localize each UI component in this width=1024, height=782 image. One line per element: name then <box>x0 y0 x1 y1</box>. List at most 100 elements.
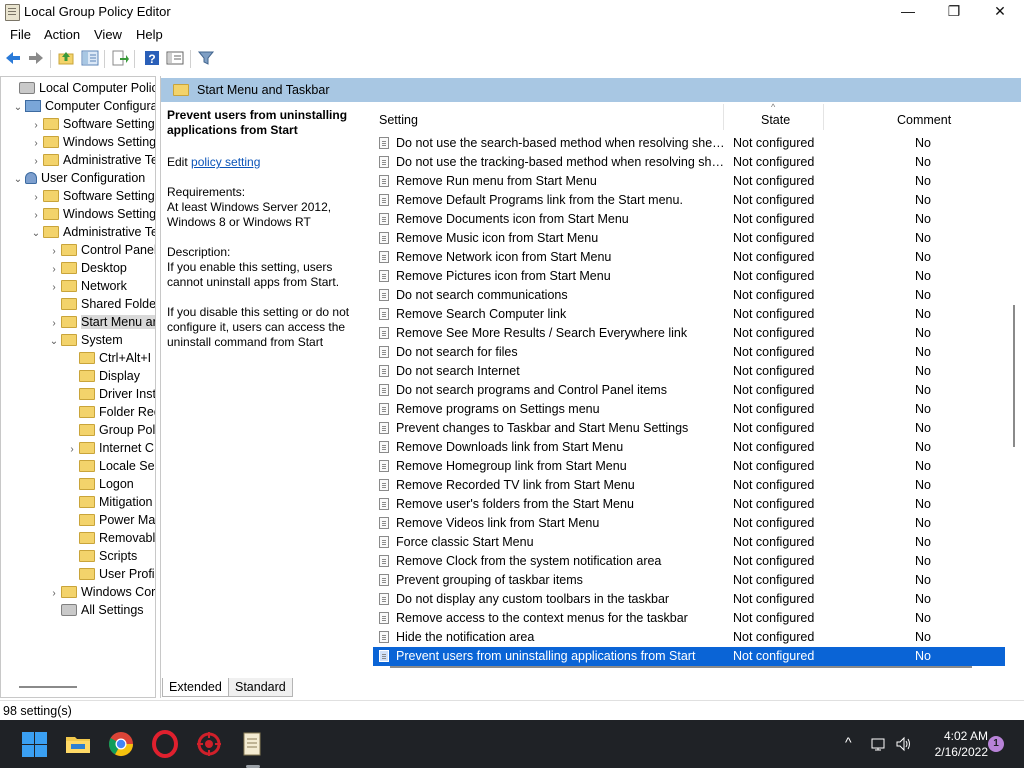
tree-horizontal-scrollbar[interactable] <box>19 686 77 688</box>
properties-icon[interactable] <box>166 49 184 67</box>
navigation-tree[interactable]: Local Computer Policy ⌄ Computer Configura… <box>0 76 156 698</box>
policy-row[interactable]: Hide the notification area Not configured… <box>373 628 1005 647</box>
expand-chevron-down-icon[interactable]: ⌄ <box>29 225 43 243</box>
policy-row[interactable]: Do not search programs and Control Panel… <box>373 381 1005 400</box>
tree-item[interactable]: › Software Settings <box>29 115 155 133</box>
menu-action[interactable]: Action <box>44 27 80 42</box>
policy-row[interactable]: Remove Recorded TV link from Start Menu N… <box>373 476 1005 495</box>
policy-row[interactable]: Remove programs on Settings menu Not conf… <box>373 400 1005 419</box>
back-icon[interactable] <box>4 49 22 67</box>
tree-item[interactable]: Removabl <box>65 529 155 547</box>
chrome-icon[interactable] <box>107 730 135 758</box>
network-icon[interactable] <box>871 736 887 752</box>
column-header-setting[interactable]: Setting <box>379 113 418 127</box>
help-icon[interactable]: ? <box>143 49 161 67</box>
expand-chevron-down-icon[interactable]: ⌄ <box>11 99 25 117</box>
tree-item[interactable]: User Profi <box>65 565 155 583</box>
tree-item[interactable]: ⌄ Administrative Te <box>29 223 155 243</box>
column-divider[interactable] <box>723 104 724 130</box>
close-button[interactable]: ✕ <box>977 0 1023 24</box>
policy-row[interactable]: Remove Network icon from Start Menu Not c… <box>373 248 1005 267</box>
tree-item[interactable]: › Control Panel <box>47 241 155 259</box>
up-folder-icon[interactable] <box>57 49 75 67</box>
tree-item[interactable]: ⌄ System <box>47 331 123 349</box>
tree-item[interactable]: › Desktop <box>47 259 127 277</box>
tree-item[interactable]: Scripts <box>65 547 137 565</box>
notification-badge[interactable]: 1 <box>988 736 1004 752</box>
policy-row[interactable]: Do not search for files Not configured No <box>373 343 1005 362</box>
list-vertical-scrollbar[interactable] <box>1013 305 1015 447</box>
policy-row[interactable]: Remove Pictures icon from Start Menu Not … <box>373 267 1005 286</box>
show-hidden-icons-button[interactable]: ^ <box>845 734 852 782</box>
tree-item[interactable]: › Network <box>47 277 127 295</box>
policy-setting-link[interactable]: policy setting <box>191 155 260 169</box>
opera-icon[interactable] <box>151 730 179 758</box>
tree-item[interactable]: Group Pol <box>65 421 155 439</box>
file-explorer-icon[interactable] <box>64 730 92 758</box>
policy-row[interactable]: Do not use the search-based method when … <box>373 134 1005 153</box>
show-hide-tree-icon[interactable] <box>81 49 99 67</box>
menu-file[interactable]: File <box>10 27 31 42</box>
tree-item[interactable]: Power Ma <box>65 511 155 529</box>
tree-item[interactable]: ⌄ Computer Configura <box>11 97 155 117</box>
policy-row[interactable]: Remove Homegroup link from Start Menu Not… <box>373 457 1005 476</box>
windows-start-icon[interactable] <box>20 730 48 758</box>
settings-list[interactable]: Setting ^ State Comment Do not use the s… <box>373 102 1021 674</box>
filter-icon[interactable] <box>197 49 215 67</box>
column-divider[interactable] <box>823 104 824 130</box>
tree-item[interactable]: Shared Folder <box>47 295 155 313</box>
tree-item[interactable]: Local Computer Policy <box>5 79 155 97</box>
tree-item[interactable]: ⌄ User Configuration <box>11 169 145 187</box>
tab-extended[interactable]: Extended <box>162 678 229 697</box>
forward-icon[interactable] <box>27 49 45 67</box>
system-clock[interactable]: 4:02 AM 2/16/2022 <box>920 728 988 760</box>
tree-item[interactable]: › Windows Setting <box>29 205 155 223</box>
policy-row[interactable]: Do not search communications Not configur… <box>373 286 1005 305</box>
policy-row[interactable]: Remove Default Programs link from the St… <box>373 191 1005 210</box>
tree-item[interactable]: › Windows Cor <box>47 583 155 601</box>
tree-item[interactable]: All Settings <box>47 601 144 619</box>
expand-chevron-down-icon[interactable]: ⌄ <box>11 171 25 189</box>
minimize-button[interactable]: — <box>885 0 931 24</box>
menu-help[interactable]: Help <box>136 27 163 42</box>
export-list-icon[interactable] <box>111 49 129 67</box>
volume-icon[interactable] <box>895 736 911 752</box>
policy-row[interactable]: Force classic Start Menu Not configured No <box>373 533 1005 552</box>
policy-row[interactable]: Prevent changes to Taskbar and Start Men… <box>373 419 1005 438</box>
policy-row[interactable]: Remove Run menu from Start Menu Not confi… <box>373 172 1005 191</box>
policy-row[interactable]: Remove Search Computer link Not configure… <box>373 305 1005 324</box>
policy-row[interactable]: Remove Clock from the system notificatio… <box>373 552 1005 571</box>
column-header-comment[interactable]: Comment <box>897 113 951 127</box>
policy-row[interactable]: Remove access to the context menus for t… <box>373 609 1005 628</box>
policy-row[interactable]: Remove user's folders from the Start Men… <box>373 495 1005 514</box>
red-app-icon[interactable] <box>195 730 223 758</box>
tree-item[interactable]: Display <box>65 367 140 385</box>
tree-item[interactable]: › Internet C <box>65 439 154 457</box>
column-header-state[interactable]: State <box>761 113 790 127</box>
tree-item[interactable]: Ctrl+Alt+I <box>65 349 151 367</box>
tree-item[interactable]: › Software Settings <box>29 187 155 205</box>
tree-item[interactable]: › Start Menu ar <box>47 313 155 331</box>
tree-item[interactable]: Locale Ser <box>65 457 155 475</box>
tab-standard[interactable]: Standard <box>228 678 293 697</box>
notepad-icon[interactable] <box>238 730 266 758</box>
policy-row[interactable]: Remove Music icon from Start Menu Not con… <box>373 229 1005 248</box>
tree-item[interactable]: Mitigation <box>65 493 153 511</box>
tree-item[interactable]: Logon <box>65 475 134 493</box>
tree-item[interactable]: Folder Red <box>65 403 155 421</box>
policy-row[interactable]: Remove See More Results / Search Everywh… <box>373 324 1005 343</box>
policy-row[interactable]: Remove Documents icon from Start Menu Not… <box>373 210 1005 229</box>
policy-row[interactable]: Do not search Internet Not configured No <box>373 362 1005 381</box>
tree-item[interactable]: › Windows Setting <box>29 133 155 151</box>
menu-view[interactable]: View <box>94 27 122 42</box>
policy-row[interactable]: Remove Videos link from Start Menu Not co… <box>373 514 1005 533</box>
maximize-button[interactable]: ❐ <box>931 0 977 24</box>
list-horizontal-scrollbar[interactable] <box>390 666 972 668</box>
expand-chevron-down-icon[interactable]: ⌄ <box>47 333 61 351</box>
policy-row[interactable]: Do not use the tracking-based method whe… <box>373 153 1005 172</box>
tree-item[interactable]: Driver Inst <box>65 385 155 403</box>
policy-row[interactable]: Do not display any custom toolbars in th… <box>373 590 1005 609</box>
policy-row[interactable]: Prevent grouping of taskbar items Not con… <box>373 571 1005 590</box>
policy-row[interactable]: Remove Downloads link from Start Menu Not… <box>373 438 1005 457</box>
policy-row[interactable]: Prevent users from uninstalling applicat… <box>373 647 1005 666</box>
